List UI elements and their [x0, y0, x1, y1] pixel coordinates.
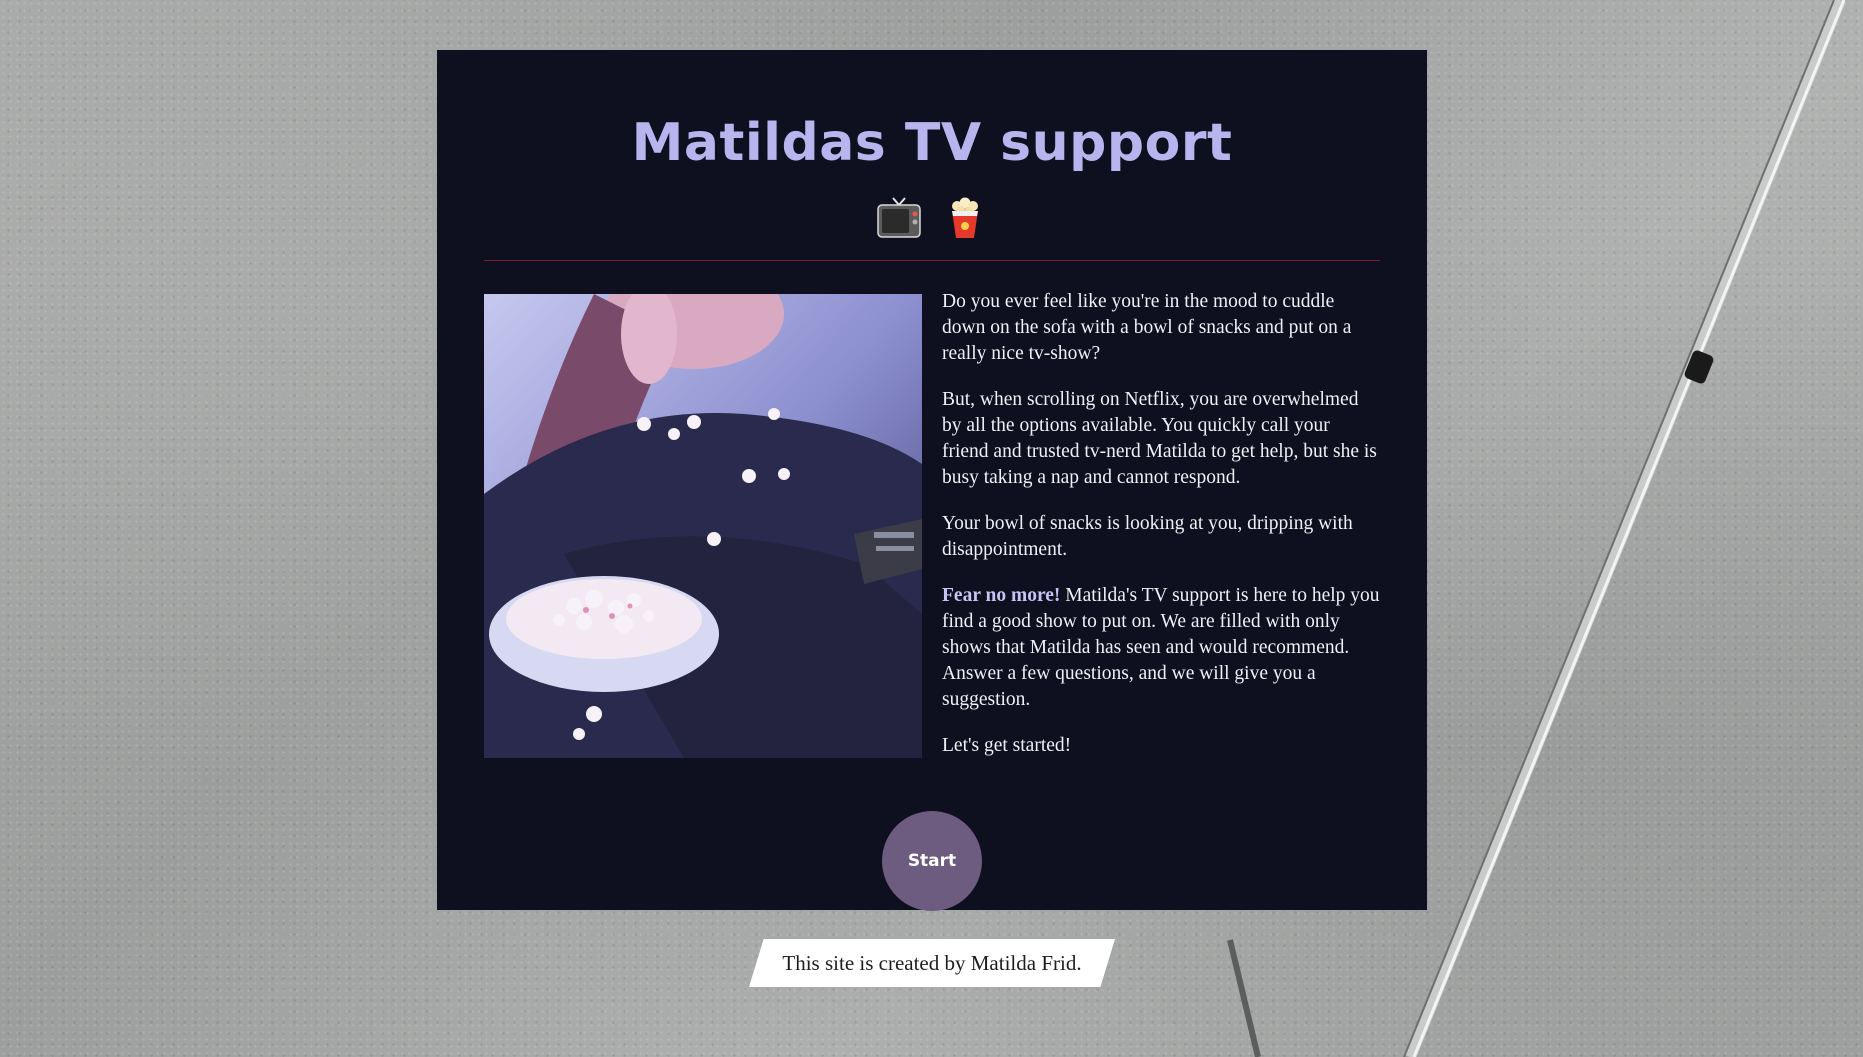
start-wrap: Start: [484, 811, 1380, 911]
divider: [484, 260, 1380, 261]
footer-credit: This site is created by Matilda Frid.: [749, 939, 1115, 987]
intro-paragraph: But, when scrolling on Netflix, you are …: [942, 389, 1377, 488]
intro-paragraph: Fear no more! Matilda's TV support is he…: [942, 583, 1380, 713]
popcorn-photo: [484, 294, 922, 758]
tv-icon: [877, 197, 921, 238]
intro-section: Do you ever feel like you're in the mood…: [484, 291, 1380, 779]
highlight-text: Fear no more!: [942, 585, 1061, 606]
intro-paragraph: Do you ever feel like you're in the mood…: [942, 291, 1352, 364]
page-title: Matildas TV support: [631, 113, 1233, 173]
intro-paragraph: Your bowl of snacks is looking at you, d…: [942, 513, 1353, 560]
start-button[interactable]: Start: [882, 811, 982, 911]
intro-paragraph: Let's get started!: [942, 735, 1072, 756]
popcorn-icon: [952, 197, 978, 238]
emoji-row: [484, 196, 1380, 240]
intro-text: Do you ever feel like you're in the mood…: [942, 289, 1380, 779]
main-card: Matildas TV support Do you ever feel lik…: [437, 50, 1427, 911]
